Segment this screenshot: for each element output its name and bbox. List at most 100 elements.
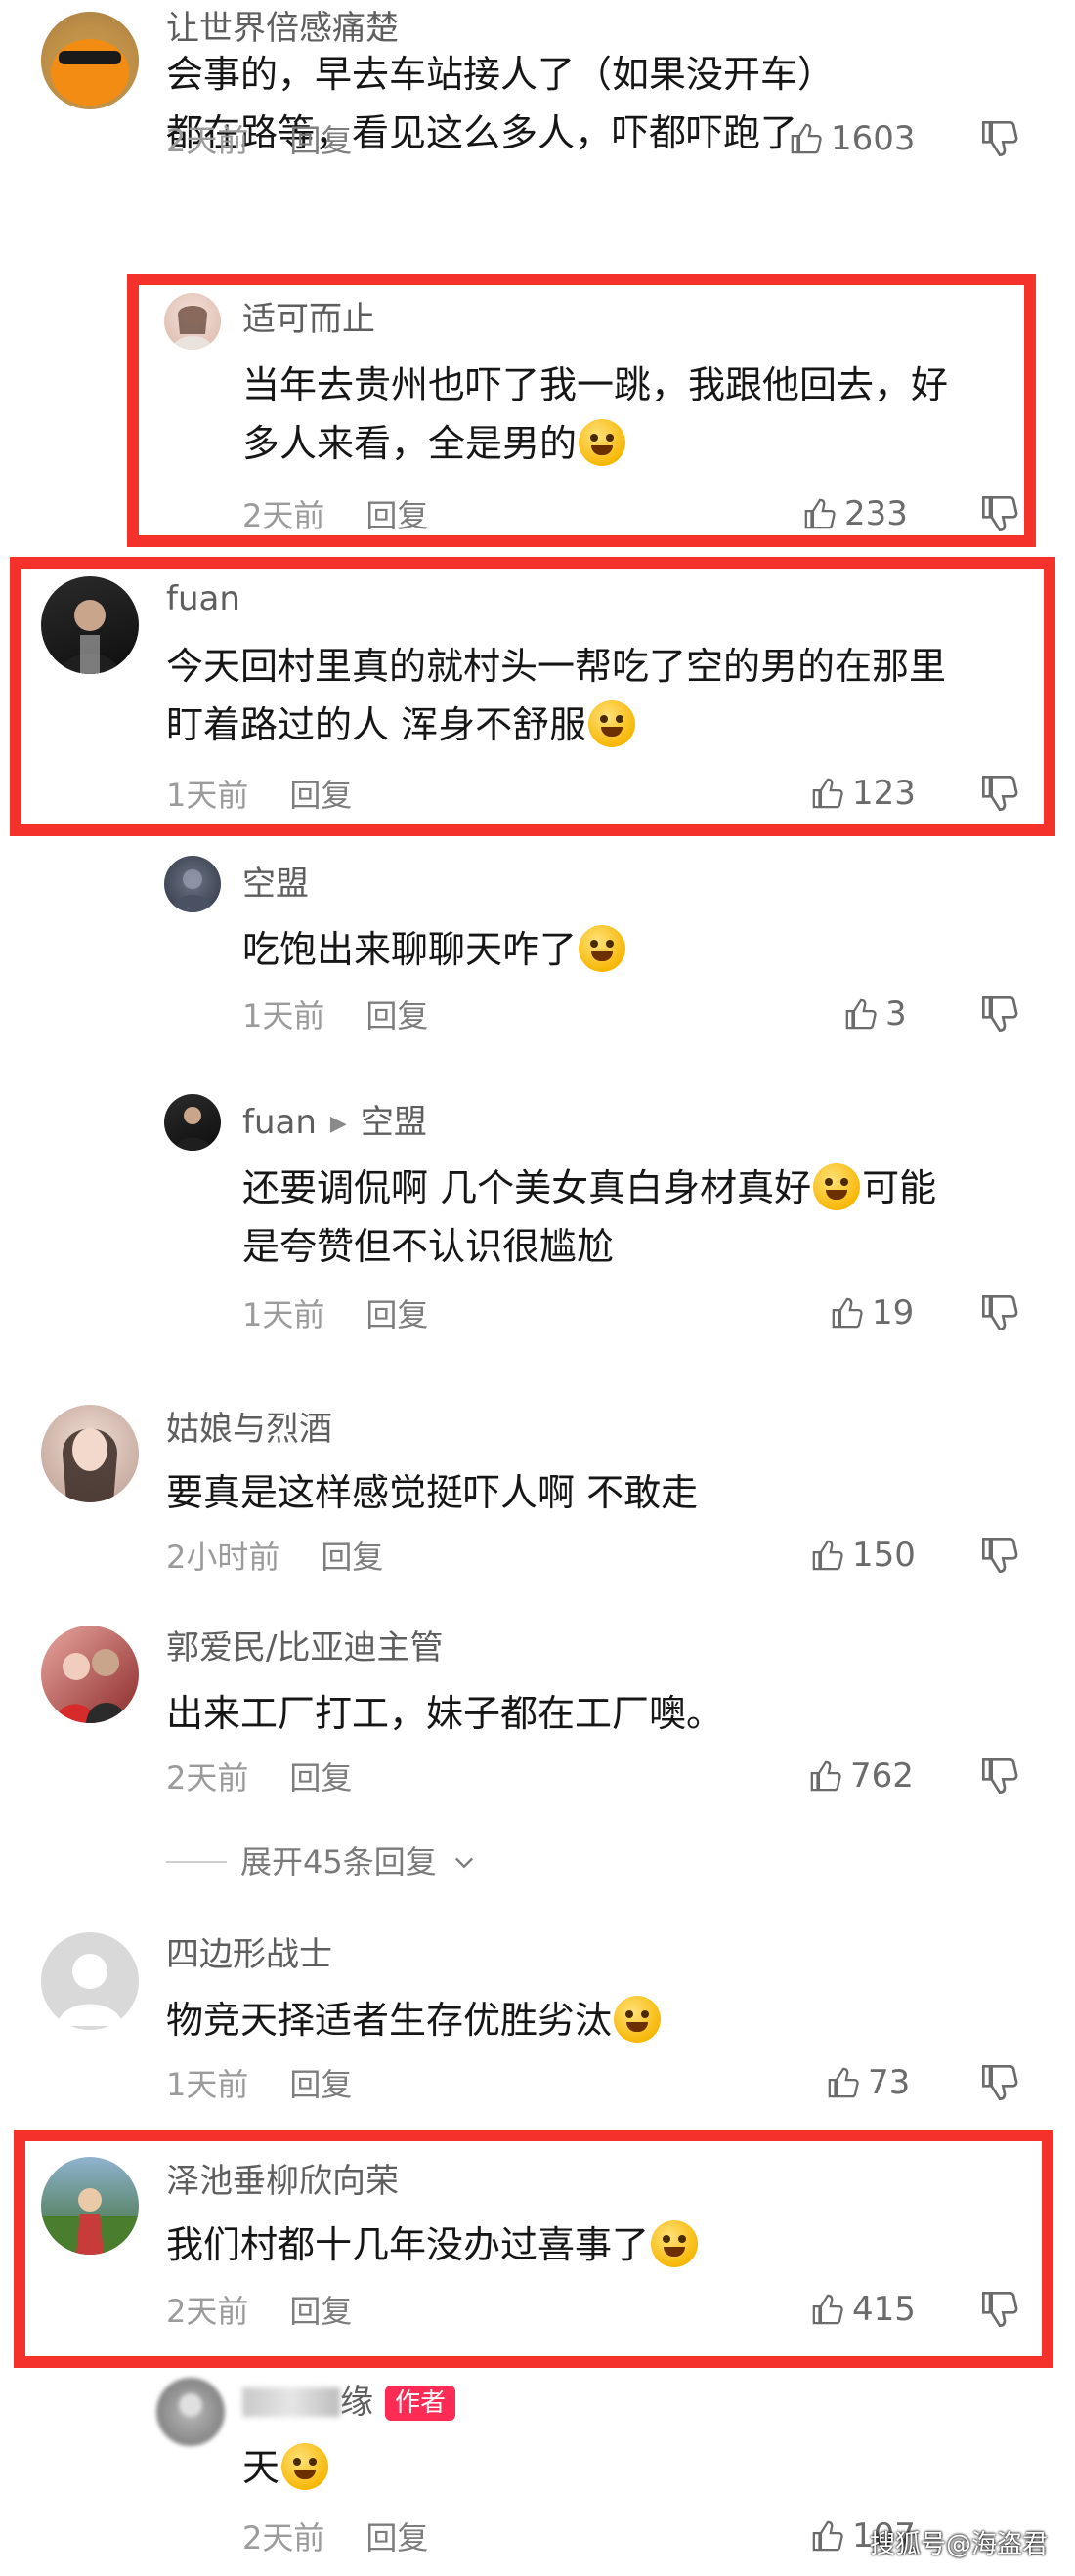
divider xyxy=(166,1861,227,1863)
reply-button[interactable]: 回复 xyxy=(289,2066,352,2103)
like-button[interactable]: 123 xyxy=(811,774,916,813)
like-button[interactable]: 233 xyxy=(803,494,908,533)
laughing-emoji-icon xyxy=(651,2220,699,2267)
comment-username[interactable]: 郭爱民/比亚迪主管 xyxy=(166,1627,443,1668)
like-count: 73 xyxy=(868,2063,911,2102)
user-avatar[interactable] xyxy=(41,576,139,674)
comment-username[interactable]: 四边形战士 xyxy=(166,1934,332,1975)
reply-button[interactable]: 回复 xyxy=(366,997,428,1035)
sweat-smile-emoji-icon xyxy=(813,1163,861,1210)
comment-time: 2天前 xyxy=(166,1759,249,1796)
thumbs-down-icon[interactable] xyxy=(980,2290,1019,2329)
thumbs-down-icon[interactable] xyxy=(980,994,1019,1034)
like-count: 19 xyxy=(872,1293,915,1332)
author-name[interactable]: 缘 xyxy=(340,2383,373,2422)
thumbs-down-icon[interactable] xyxy=(980,1536,1019,1575)
thumbs-down-icon[interactable] xyxy=(980,2063,1019,2102)
crying-emoji-icon xyxy=(281,2443,329,2490)
laughing-emoji-icon xyxy=(579,419,626,466)
like-count: 3 xyxy=(885,994,907,1034)
user-avatar[interactable] xyxy=(41,1405,139,1502)
comment-time: 2天前 xyxy=(166,2293,249,2330)
default-user-avatar-icon xyxy=(57,1954,123,2026)
reply-author[interactable]: fuan xyxy=(242,1103,317,1142)
reply-button[interactable]: 回复 xyxy=(289,2293,352,2330)
comment-time: 1天前 xyxy=(166,2066,249,2103)
comment-username: fuan ▶ 空盟 xyxy=(242,1102,427,1148)
reply-button[interactable]: 回复 xyxy=(289,777,352,814)
comment-time: 1天前 xyxy=(242,1296,325,1333)
man-portrait-avatar-icon xyxy=(174,1107,211,1151)
thumbs-down-icon[interactable] xyxy=(980,494,1019,533)
comment-meta: 1天前 回复 xyxy=(166,2065,352,2104)
user-avatar[interactable] xyxy=(41,1626,139,1723)
like-button[interactable]: 19 xyxy=(831,1293,914,1332)
sweat-smile-emoji-icon xyxy=(588,700,636,747)
thumbs-down-icon[interactable] xyxy=(980,119,1019,158)
comment-text: 当年去贵州也吓了我一跳，我跟他回去，好 多人来看，全是男的 xyxy=(242,363,949,466)
comment-meta: 2天前 回复 xyxy=(166,2292,352,2331)
comment-username: 缘作者 xyxy=(242,2382,456,2423)
reply-button[interactable]: 回复 xyxy=(321,1539,383,1576)
like-button[interactable]: 762 xyxy=(809,1756,914,1795)
reply-target[interactable]: 空盟 xyxy=(361,1103,427,1142)
expand-replies-button[interactable]: 展开45条回复 xyxy=(166,1842,478,1881)
comment-username[interactable]: 适可而止 xyxy=(242,299,375,340)
comment-username[interactable]: 泽池垂柳欣向荣 xyxy=(166,2161,399,2202)
comment-meta: 1天前 回复 xyxy=(242,996,428,1035)
blurred-name xyxy=(242,2387,340,2417)
like-button[interactable]: 73 xyxy=(827,2063,910,2102)
outdoor-avatar-icon xyxy=(41,2188,139,2255)
comment-username[interactable]: 空盟 xyxy=(242,864,309,905)
user-avatar[interactable] xyxy=(164,293,221,350)
reply-button[interactable]: 回复 xyxy=(366,1296,428,1333)
girl-avatar-icon xyxy=(173,304,212,350)
user-avatar[interactable] xyxy=(164,1094,221,1151)
thumbs-up-icon xyxy=(812,1540,843,1571)
like-button[interactable]: 150 xyxy=(811,1536,916,1575)
user-avatar[interactable] xyxy=(41,12,139,109)
comment-username[interactable]: 让世界倍感痛楚 xyxy=(166,8,399,49)
user-avatar[interactable] xyxy=(156,2378,225,2446)
comment-time: 2小时前 xyxy=(166,1539,280,1576)
comment-time: 2天前 xyxy=(242,2519,325,2556)
comment-text: 要真是这样感觉挺吓人啊 不敢走 xyxy=(166,1471,699,1514)
comment-meta: 2小时前 回复 xyxy=(166,1538,383,1577)
reply-button[interactable]: 回复 xyxy=(366,497,428,534)
comment-text: 出来工厂打工，妹子都在工厂噢。 xyxy=(166,1692,724,1735)
reply-button[interactable]: 回复 xyxy=(289,122,352,159)
couple-avatar-icon xyxy=(55,1649,127,1723)
like-button[interactable]: 1603 xyxy=(790,119,916,158)
comment-time: 1天前 xyxy=(166,777,249,814)
comment-meta: 2天前 回复 xyxy=(242,496,428,535)
like-count: 233 xyxy=(844,494,908,533)
like-count: 123 xyxy=(852,774,916,813)
orange-sunglasses-avatar-icon xyxy=(41,12,139,109)
comment-meta: 2天前 回复 xyxy=(166,1758,352,1797)
comment-username[interactable]: 姑娘与烈酒 xyxy=(166,1409,332,1450)
thumbs-up-icon xyxy=(812,778,843,809)
comment-time: 1天前 xyxy=(242,997,325,1035)
thumbs-up-icon xyxy=(812,2294,843,2325)
thumbs-down-icon[interactable] xyxy=(980,774,1019,813)
comment-username[interactable]: fuan xyxy=(166,578,240,619)
thumbs-down-icon[interactable] xyxy=(980,1756,1019,1795)
reply-button[interactable]: 回复 xyxy=(366,2519,428,2556)
like-button[interactable]: 415 xyxy=(811,2290,916,2329)
like-button[interactable]: 3 xyxy=(844,994,907,1034)
thumbs-up-icon xyxy=(804,498,836,529)
reply-button[interactable]: 回复 xyxy=(289,1759,352,1796)
comment-text: 吃饱出来聊聊天咋了 xyxy=(242,920,1044,979)
like-count: 150 xyxy=(852,1536,916,1575)
chevron-down-icon xyxy=(454,1857,473,1869)
user-avatar[interactable] xyxy=(41,2157,139,2255)
comment-meta: 2天前 回复 xyxy=(166,121,352,160)
comment-text: 今天回村里真的就村头一帮吃了空的男的在那里 盯着路过的人 浑身不舒服 xyxy=(166,645,947,747)
thumbs-down-icon[interactable] xyxy=(980,1293,1019,1332)
man-portrait-avatar-icon xyxy=(61,600,119,674)
comment-meta: 1天前 回复 xyxy=(242,1295,428,1334)
user-avatar[interactable] xyxy=(41,1932,139,2030)
thumbs-up-icon xyxy=(812,2520,843,2552)
user-avatar[interactable] xyxy=(164,856,221,912)
comment-text: 还要调侃啊 几个美女真白身材真好 可能 是夸赞但不认识很尴尬 xyxy=(242,1159,1044,1276)
